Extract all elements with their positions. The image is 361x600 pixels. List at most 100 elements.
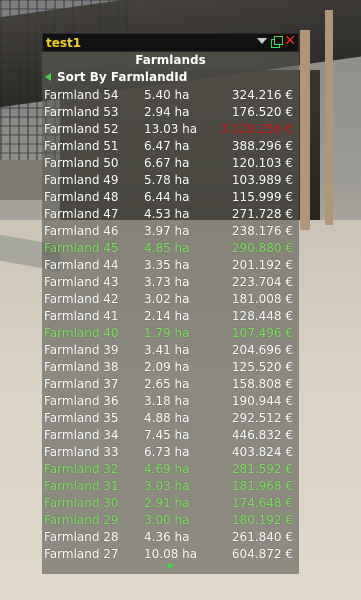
farmland-row[interactable]: Farmland 41 2.14 ha 128.448 €: [42, 307, 299, 324]
window-title: test1: [46, 35, 82, 50]
farmland-price: 271.728 €: [231, 206, 293, 221]
farmland-name: Farmland 30: [44, 495, 119, 510]
farmland-row[interactable]: Farmland 37 2.65 ha 158.808 €: [42, 375, 299, 392]
farmland-area: 10.08 ha: [144, 546, 198, 561]
farmland-row[interactable]: Farmland 27 10.08 ha 604.872 €: [42, 545, 299, 562]
scroll-indicator[interactable]: [42, 562, 299, 572]
farmland-area: 4.69 ha: [144, 461, 190, 476]
farmland-area: 13.03 ha: [144, 121, 198, 136]
farmland-price: 3.128.256 €: [220, 121, 293, 136]
farmland-price: 174.648 €: [231, 495, 293, 510]
farmland-name: Farmland 39: [44, 342, 119, 357]
farmland-name: Farmland 35: [44, 410, 119, 425]
farmland-price: 128.448 €: [231, 308, 293, 323]
farmland-row[interactable]: Farmland 51 6.47 ha 388.296 €: [42, 137, 299, 154]
farmland-row[interactable]: Farmland 36 3.18 ha 190.944 €: [42, 392, 299, 409]
farmland-row[interactable]: Farmland 53 2.94 ha 176.520 €: [42, 103, 299, 120]
farmland-area: 4.85 ha: [144, 240, 190, 255]
farmland-row[interactable]: Farmland 47 4.53 ha 271.728 €: [42, 205, 299, 222]
farmland-price: 446.832 €: [231, 427, 293, 442]
farmland-name: Farmland 27: [44, 546, 119, 561]
farmlands-window: test1 ✕ Farmlands Sort By FarmlandId Far…: [42, 33, 299, 574]
farmland-name: Farmland 32: [44, 461, 119, 476]
farmland-row[interactable]: Farmland 42 3.02 ha 181.008 €: [42, 290, 299, 307]
farmland-name: Farmland 36: [44, 393, 119, 408]
farmland-row[interactable]: Farmland 33 6.73 ha 403.824 €: [42, 443, 299, 460]
farmland-price: 107.496 €: [231, 325, 293, 340]
farmland-row[interactable]: Farmland 28 4.36 ha 261.840 €: [42, 528, 299, 545]
farmland-area: 1.79 ha: [144, 325, 190, 340]
farmland-row[interactable]: Farmland 50 6.67 ha 120.103 €: [42, 154, 299, 171]
farmland-area: 5.40 ha: [144, 87, 190, 102]
sort-selector[interactable]: Sort By FarmlandId: [42, 69, 299, 85]
farmland-area: 6.44 ha: [144, 189, 190, 204]
copy-icon[interactable]: [271, 35, 284, 48]
farmland-price: 176.520 €: [231, 104, 293, 119]
arrow-left-icon[interactable]: [45, 73, 51, 81]
farmland-name: Farmland 49: [44, 172, 119, 187]
farmland-area: 3.97 ha: [144, 223, 190, 238]
farmland-row[interactable]: Farmland 31 3.03 ha 181.968 €: [42, 477, 299, 494]
farmland-name: Farmland 51: [44, 138, 119, 153]
farmland-name: Farmland 44: [44, 257, 119, 272]
farmland-price: 181.968 €: [231, 478, 293, 493]
arrow-down-icon[interactable]: [166, 564, 174, 569]
farmland-price: 115.999 €: [231, 189, 293, 204]
farmland-area: 3.00 ha: [144, 512, 190, 527]
farmland-name: Farmland 37: [44, 376, 119, 391]
farmland-row[interactable]: Farmland 30 2.91 ha 174.648 €: [42, 494, 299, 511]
farmland-price: 324.216 €: [231, 87, 293, 102]
farmland-row[interactable]: Farmland 54 5.40 ha 324.216 €: [42, 86, 299, 103]
farmland-area: 4.36 ha: [144, 529, 190, 544]
farmland-row[interactable]: Farmland 34 7.45 ha 446.832 €: [42, 426, 299, 443]
farmland-row[interactable]: Farmland 52 13.03 ha 3.128.256 €: [42, 120, 299, 137]
farmland-area: 6.73 ha: [144, 444, 190, 459]
farmland-area: 3.03 ha: [144, 478, 190, 493]
close-icon[interactable]: ✕: [284, 34, 296, 48]
chevron-down-icon[interactable]: [257, 38, 268, 44]
farmland-row[interactable]: Farmland 38 2.09 ha 125.520 €: [42, 358, 299, 375]
window-titlebar[interactable]: test1 ✕: [42, 33, 299, 52]
farmland-row[interactable]: Farmland 49 5.78 ha 103.989 €: [42, 171, 299, 188]
farmland-name: Farmland 43: [44, 274, 119, 289]
farmland-name: Farmland 50: [44, 155, 119, 170]
farmland-area: 2.65 ha: [144, 376, 190, 391]
titlebar-controls: ✕: [257, 34, 296, 48]
farmland-row[interactable]: Farmland 39 3.41 ha 204.696 €: [42, 341, 299, 358]
panel-title: Farmlands: [135, 53, 206, 67]
farmland-price: 223.704 €: [231, 274, 293, 289]
farmland-area: 2.09 ha: [144, 359, 190, 374]
farmland-area: 2.94 ha: [144, 104, 190, 119]
farmland-name: Farmland 52: [44, 121, 119, 136]
farmland-price: 158.808 €: [231, 376, 293, 391]
farmland-price: 120.103 €: [231, 155, 293, 170]
farmland-name: Farmland 33: [44, 444, 119, 459]
farmland-row[interactable]: Farmland 48 6.44 ha 115.999 €: [42, 188, 299, 205]
farmland-price: 180.192 €: [231, 512, 293, 527]
farmland-row[interactable]: Farmland 35 4.88 ha 292.512 €: [42, 409, 299, 426]
farmland-name: Farmland 40: [44, 325, 119, 340]
farmland-row[interactable]: Farmland 46 3.97 ha 238.176 €: [42, 222, 299, 239]
farmland-price: 201.192 €: [231, 257, 293, 272]
farmland-row[interactable]: Farmland 29 3.00 ha 180.192 €: [42, 511, 299, 528]
farmland-name: Farmland 38: [44, 359, 119, 374]
farmland-price: 403.824 €: [231, 444, 293, 459]
farmland-area: 4.88 ha: [144, 410, 190, 425]
farmland-row[interactable]: Farmland 44 3.35 ha 201.192 €: [42, 256, 299, 273]
farmland-row[interactable]: Farmland 45 4.85 ha 290.880 €: [42, 239, 299, 256]
farmland-row[interactable]: Farmland 32 4.69 ha 281.592 €: [42, 460, 299, 477]
farmland-area: 3.35 ha: [144, 257, 190, 272]
farmland-area: 6.67 ha: [144, 155, 190, 170]
farmland-row[interactable]: Farmland 40 1.79 ha 107.496 €: [42, 324, 299, 341]
farmland-row[interactable]: Farmland 43 3.73 ha 223.704 €: [42, 273, 299, 290]
farmland-name: Farmland 48: [44, 189, 119, 204]
farmland-area: 3.18 ha: [144, 393, 190, 408]
farmland-price: 190.944 €: [231, 393, 293, 408]
farmland-name: Farmland 34: [44, 427, 119, 442]
farmland-name: Farmland 47: [44, 206, 119, 221]
farmland-name: Farmland 41: [44, 308, 119, 323]
farmland-list: Farmland 54 5.40 ha 324.216 € Farmland 53 2.…: [42, 86, 299, 562]
farmland-area: 7.45 ha: [144, 427, 190, 442]
sort-label: Sort By FarmlandId: [57, 70, 188, 84]
farmland-name: Farmland 31: [44, 478, 119, 493]
